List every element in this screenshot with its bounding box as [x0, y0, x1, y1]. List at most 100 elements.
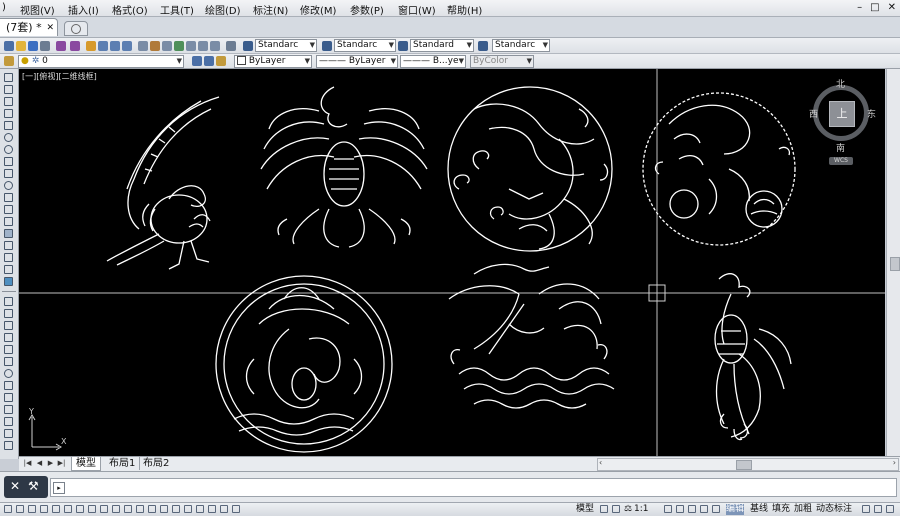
pan-icon[interactable]: [86, 41, 96, 51]
redo-icon[interactable]: [70, 41, 80, 51]
table-icon[interactable]: [4, 265, 13, 274]
hatch-icon[interactable]: [4, 229, 13, 238]
clean-screen-icon[interactable]: [220, 505, 228, 513]
close-tab-icon[interactable]: ✕: [46, 19, 54, 37]
gradient-icon[interactable]: [4, 241, 13, 250]
mode-bold[interactable]: 加粗: [794, 504, 812, 515]
quickcalc-icon[interactable]: [198, 41, 208, 51]
grid-icon[interactable]: [16, 505, 24, 513]
break-icon[interactable]: [4, 429, 13, 438]
compass-west[interactable]: 西: [809, 107, 818, 120]
hardware-acceleration-icon[interactable]: [208, 505, 216, 513]
compass-north[interactable]: 北: [836, 77, 845, 90]
mode-fill[interactable]: 填充: [772, 504, 790, 515]
menu-item-partial[interactable]: ): [2, 2, 6, 13]
mirror-icon[interactable]: [4, 321, 13, 330]
line-icon[interactable]: [4, 73, 13, 82]
properties-icon[interactable]: [138, 41, 148, 51]
otrack-icon[interactable]: [64, 505, 72, 513]
circle-icon[interactable]: [4, 145, 13, 154]
transparency-icon[interactable]: [112, 505, 120, 513]
toolbar-lock-icon[interactable]: [862, 505, 870, 513]
move-icon[interactable]: [4, 357, 13, 366]
tab-layout2[interactable]: 布局2: [139, 457, 173, 470]
hscroll-thumb[interactable]: [736, 460, 752, 470]
region-icon[interactable]: [4, 253, 13, 262]
multileader-style-select[interactable]: Standarc ▼: [492, 39, 550, 52]
status-menu-icon[interactable]: [874, 505, 882, 513]
construction-line-icon[interactable]: [4, 85, 13, 94]
customization-icon[interactable]: [232, 505, 240, 513]
undo-icon[interactable]: [56, 41, 66, 51]
design-center-icon[interactable]: [150, 41, 160, 51]
calculator-icon[interactable]: [210, 41, 220, 51]
table-style-icon[interactable]: [398, 41, 408, 51]
drawing-area[interactable]: [一][俯视][二维线框] Y X 上 北 南 西 东 WCS: [19, 69, 885, 456]
menu-parameters[interactable]: 参数(P): [350, 2, 384, 17]
vertical-scrollbar[interactable]: [886, 69, 900, 456]
close-command-line-icon[interactable]: ✕: [10, 479, 20, 493]
point-icon[interactable]: [4, 217, 13, 226]
open-file-icon[interactable]: [16, 41, 26, 51]
polyline-icon[interactable]: [4, 97, 13, 106]
annotation-monitor-icon[interactable]: [148, 505, 156, 513]
spline-icon[interactable]: [4, 169, 13, 178]
mode-baseline[interactable]: 基线: [750, 504, 768, 515]
wcs-menu[interactable]: WCS: [829, 157, 853, 165]
table-style-select[interactable]: Standard ▼: [410, 39, 474, 52]
tab-layout1[interactable]: 布局1: [105, 457, 141, 470]
units-icon[interactable]: [184, 505, 192, 513]
customize-wrench-icon[interactable]: ⚒: [28, 479, 39, 493]
polygon-icon[interactable]: [4, 109, 13, 118]
minimize-button[interactable]: –: [857, 2, 862, 13]
ducs-icon[interactable]: [76, 505, 84, 513]
text-style-select[interactable]: Standarc ▼: [255, 39, 317, 52]
rotate-icon[interactable]: [4, 369, 13, 378]
close-button[interactable]: ✕: [888, 2, 896, 13]
zoom-realtime-icon[interactable]: [98, 41, 108, 51]
color-select[interactable]: ByLayer ▼: [234, 55, 312, 68]
linetype-select[interactable]: ——— ByLayer ▼: [316, 55, 398, 68]
maximize-button[interactable]: □: [870, 2, 879, 13]
menu-format[interactable]: 格式(O): [112, 2, 148, 17]
mode-edit[interactable]: 编辑: [726, 504, 745, 515]
viewcube[interactable]: 上 北 南 西 东 WCS: [809, 77, 876, 167]
viewcube-top-face[interactable]: 上: [829, 101, 855, 127]
trim-icon[interactable]: [4, 405, 13, 414]
ellipse-icon[interactable]: [4, 181, 13, 190]
workspace-icon[interactable]: [688, 505, 696, 513]
ortho-icon[interactable]: [28, 505, 36, 513]
annotation-scale[interactable]: 1:1: [634, 504, 648, 515]
arc-icon[interactable]: [4, 133, 13, 142]
multileader-style-icon[interactable]: [478, 41, 488, 51]
menu-help[interactable]: 帮助(H): [447, 2, 482, 17]
selection-cycling-icon[interactable]: [136, 505, 144, 513]
scale-icon[interactable]: [4, 381, 13, 390]
tool-palettes-icon[interactable]: [162, 41, 172, 51]
command-recent-icon[interactable]: ▸: [53, 482, 65, 494]
extend-icon[interactable]: [4, 417, 13, 426]
layer-select[interactable]: ● ✲ 0 ▼: [18, 55, 184, 68]
insert-block-icon[interactable]: [4, 193, 13, 202]
dim-style-select[interactable]: Standarc ▼: [334, 39, 396, 52]
sheet-set-icon[interactable]: [174, 41, 184, 51]
next-layout-button[interactable]: ▶: [46, 459, 55, 468]
tab-model[interactable]: 模型: [71, 457, 101, 471]
document-tab[interactable]: (7套) * ✕: [0, 18, 58, 36]
fillet-icon[interactable]: [4, 441, 13, 450]
performance-icon[interactable]: [712, 505, 720, 513]
revision-cloud-icon[interactable]: [4, 157, 13, 166]
make-current-layer-icon[interactable]: [192, 56, 202, 66]
menu-window[interactable]: 窗口(W): [398, 2, 436, 17]
rectangle-icon[interactable]: [4, 121, 13, 130]
menu-draw[interactable]: 绘图(D): [205, 2, 241, 17]
mode-dynamic-dim[interactable]: 动态标注: [816, 504, 852, 515]
viewport-grid-icon[interactable]: [600, 505, 608, 513]
lineweight-icon[interactable]: [100, 505, 108, 513]
annotation-visibility-icon[interactable]: [664, 505, 672, 513]
array-icon[interactable]: [4, 345, 13, 354]
compass-east[interactable]: 东: [867, 107, 876, 120]
stretch-icon[interactable]: [4, 393, 13, 402]
scroll-left-icon[interactable]: ‹: [599, 458, 602, 467]
layer-state-icon[interactable]: [216, 56, 226, 66]
